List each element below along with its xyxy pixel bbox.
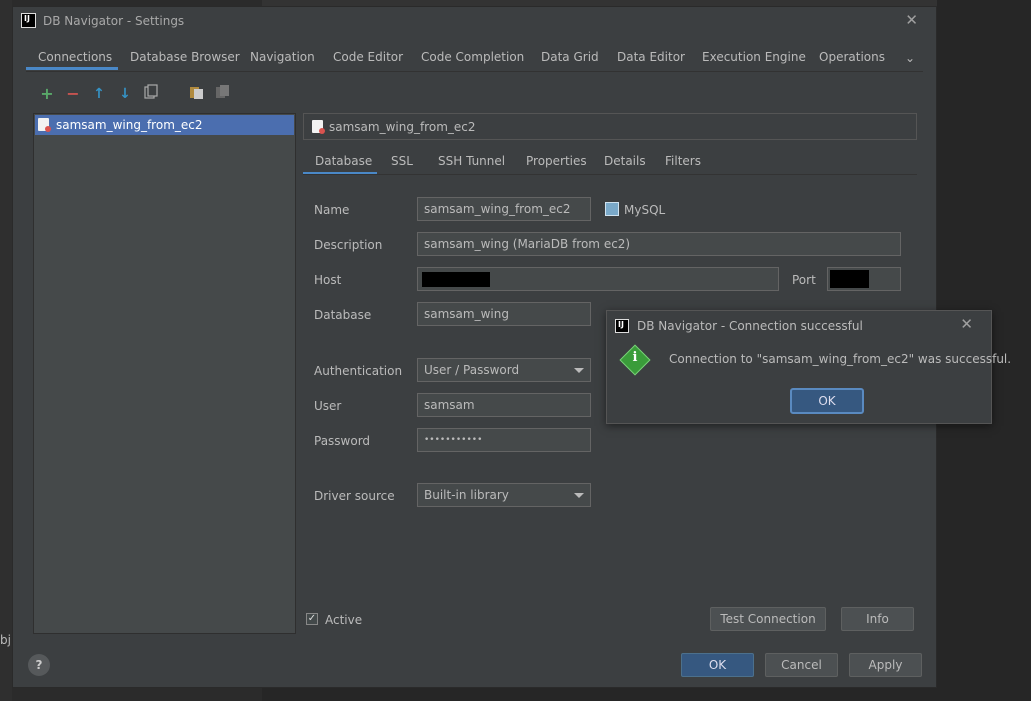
apply-button[interactable]: Apply (849, 653, 922, 677)
dropdown-arrow-icon (574, 368, 584, 373)
add-connection-icon[interactable]: + (37, 84, 57, 104)
information-glyph: i (632, 350, 638, 365)
port-field[interactable] (827, 267, 901, 291)
redacted-port (830, 270, 869, 288)
dropdown-arrow-icon (574, 493, 584, 498)
info-button[interactable]: Info (841, 607, 914, 631)
database-icon (312, 120, 325, 134)
help-icon[interactable]: ? (28, 654, 50, 676)
connection-header: samsam_wing_from_ec2 (303, 113, 917, 140)
authentication-select[interactable]: User / Password (417, 358, 591, 382)
window-title: DB Navigator - Settings (43, 14, 185, 28)
background-left (0, 0, 12, 701)
tab-connections[interactable]: Connections (26, 47, 118, 70)
move-up-icon[interactable]: ↑ (89, 84, 109, 104)
duplicate-disabled-icon (213, 84, 233, 104)
tab-data-editor[interactable]: Data Editor (617, 47, 685, 70)
password-label: Password (314, 434, 371, 448)
dialog-message: Connection to "samsam_wing_from_ec2" was… (669, 352, 1012, 366)
dialog-ok-button[interactable]: OK (790, 388, 864, 414)
redacted-host (422, 272, 490, 287)
mysql-icon (605, 202, 619, 216)
database-label: Database (314, 308, 372, 322)
password-field[interactable]: ••••••••••• (417, 428, 591, 452)
tab-code-editor[interactable]: Code Editor (333, 47, 403, 70)
connection-label: samsam_wing_from_ec2 (56, 118, 203, 132)
tab-ssl[interactable]: SSL (391, 153, 413, 175)
host-label: Host (314, 273, 342, 287)
remove-connection-icon[interactable]: − (63, 84, 83, 104)
tab-details[interactable]: Details (604, 153, 646, 175)
name-label: Name (314, 203, 350, 217)
driver-source-select[interactable]: Built-in library (417, 483, 591, 507)
close-window-icon[interactable]: ✕ (905, 11, 918, 29)
test-connection-button[interactable]: Test Connection (710, 607, 826, 631)
ok-button[interactable]: OK (681, 653, 754, 677)
authentication-label: Authentication (314, 364, 403, 378)
more-tabs-chevron-icon[interactable]: ⌄ (905, 51, 915, 65)
background-side-text: bj (0, 633, 11, 647)
host-field[interactable] (417, 267, 779, 291)
tab-data-grid[interactable]: Data Grid (541, 47, 599, 70)
tab-code-completion[interactable]: Code Completion (421, 47, 524, 70)
background-bottom (262, 688, 937, 701)
tab-ssh-tunnel[interactable]: SSH Tunnel (438, 153, 505, 175)
database-icon (38, 118, 51, 132)
connection-successful-dialog: IJ DB Navigator - Connection successful … (606, 310, 1011, 424)
name-field[interactable]: samsam_wing_from_ec2 (417, 197, 591, 221)
intellij-app-icon: IJ (615, 319, 629, 333)
title-bar[interactable]: IJ DB Navigator - Settings ✕ (13, 7, 936, 35)
user-field[interactable]: samsam (417, 393, 591, 417)
connections-list[interactable]: samsam_wing_from_ec2 (33, 113, 296, 634)
description-label: Description (314, 238, 383, 252)
active-label: Active (325, 613, 363, 627)
tabs-divider (26, 71, 923, 72)
tab-properties[interactable]: Properties (526, 153, 587, 175)
tab-filters[interactable]: Filters (665, 153, 701, 175)
port-label: Port (792, 273, 816, 287)
tab-database[interactable]: Database (303, 153, 377, 175)
list-item[interactable]: samsam_wing_from_ec2 (35, 115, 294, 135)
intellij-app-icon: IJ (21, 13, 36, 28)
user-label: User (314, 399, 342, 413)
tab-operations[interactable]: Operations (819, 47, 885, 70)
active-checkbox[interactable]: ✓ (306, 613, 318, 625)
description-field[interactable]: samsam_wing (MariaDB from ec2) (417, 232, 901, 256)
database-type-label: MySQL (624, 203, 666, 217)
driver-source-value: Built-in library (424, 488, 509, 502)
database-field[interactable]: samsam_wing (417, 302, 591, 326)
driver-source-label: Driver source (314, 489, 395, 503)
move-down-icon[interactable]: ↓ (115, 84, 135, 104)
copy-connection-icon[interactable] (141, 84, 161, 104)
tab-navigation[interactable]: Navigation (250, 47, 315, 70)
tab-database-browser[interactable]: Database Browser (130, 47, 240, 70)
cancel-button[interactable]: Cancel (765, 653, 838, 677)
authentication-value: User / Password (424, 363, 520, 377)
close-dialog-icon[interactable]: ✕ (960, 315, 973, 333)
connection-header-label: samsam_wing_from_ec2 (329, 120, 476, 134)
paste-connection-icon[interactable] (187, 84, 207, 104)
dialog-title: DB Navigator - Connection successful (637, 319, 863, 333)
tab-execution-engine[interactable]: Execution Engine (702, 47, 806, 70)
subtabs-divider (303, 174, 917, 175)
